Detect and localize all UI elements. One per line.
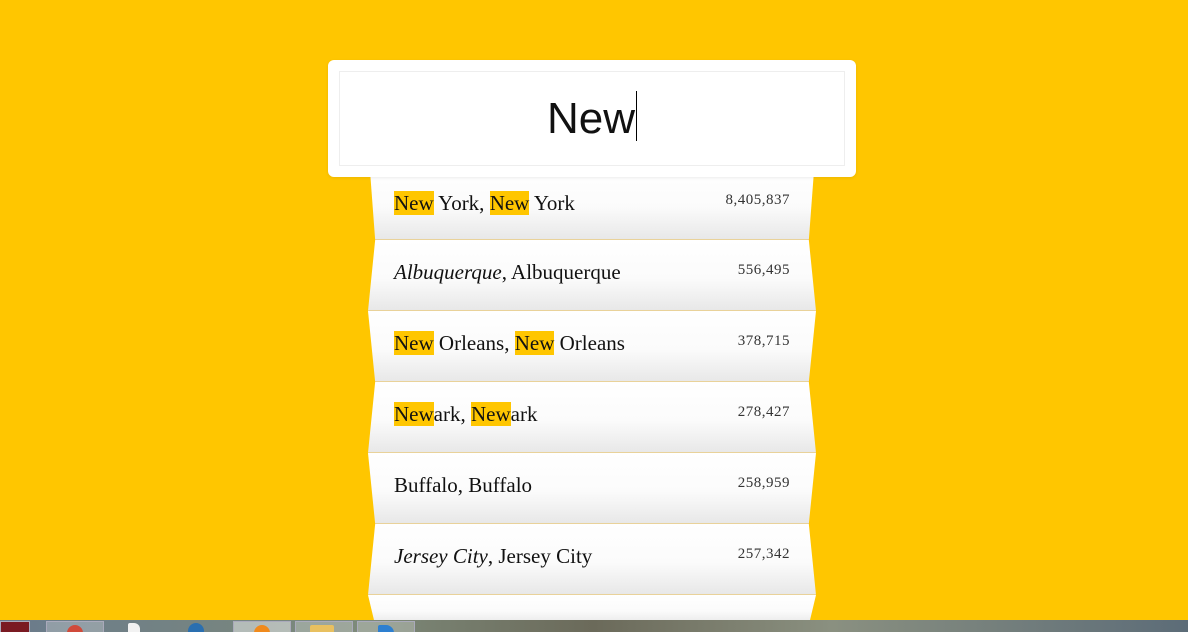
suggestion-population: 378,715 xyxy=(737,333,790,349)
suggestion-city-name: Albuquerque, Albuquerque xyxy=(394,260,621,285)
name-text: Orleans xyxy=(554,331,625,355)
suggestion-city-name: New Orleans, New Orleans xyxy=(394,331,625,356)
document-icon[interactable] xyxy=(128,623,140,632)
name-text: Jersey City xyxy=(394,544,488,568)
suggestion-population: 257,342 xyxy=(737,546,790,562)
taskbar-editor-button[interactable] xyxy=(357,621,415,632)
match-highlight: New xyxy=(514,331,555,355)
name-text: Buffalo, Buffalo xyxy=(394,473,533,497)
match-highlight: New xyxy=(489,191,530,215)
suggestion-city-name: Newark, Newark xyxy=(394,402,537,427)
taskbar-folder-button[interactable] xyxy=(295,621,353,632)
suggestion-item[interactable]: New Orleans, New Orleans 378,715 xyxy=(368,311,816,382)
taskbar-app-button[interactable] xyxy=(0,621,30,632)
chat-icon[interactable] xyxy=(188,623,204,632)
suggestion-city-name: Jersey City, Jersey City xyxy=(394,544,592,569)
match-highlight: New xyxy=(394,402,434,426)
suggestion-item[interactable]: Buffalo, Buffalo 258,959 xyxy=(368,453,816,524)
taskbar-browser-button[interactable] xyxy=(233,621,291,632)
folder-icon xyxy=(310,625,334,632)
suggestion-item[interactable]: Albuquerque, Albuquerque 556,495 xyxy=(368,240,816,311)
name-text: , Albuquerque xyxy=(501,260,621,284)
browser-icon xyxy=(254,625,270,632)
suggestion-item[interactable]: New York, New York 8,405,837 xyxy=(369,168,815,240)
suggestion-list: New York, New York 8,405,837 Albuquerque, … xyxy=(368,168,816,625)
name-text: Albuquerque xyxy=(394,260,502,284)
search-input-value: New xyxy=(546,93,636,143)
suggestion-population: 556,495 xyxy=(737,262,790,278)
name-text: Orleans, xyxy=(433,331,515,355)
match-highlight: New xyxy=(394,331,434,355)
suggestion-city-name: New York, New York xyxy=(394,191,575,216)
name-text: York, xyxy=(433,191,490,215)
page: New New York, New York 8,405,837 Albuquerq… xyxy=(0,0,1188,632)
suggestion-population: 258,959 xyxy=(737,475,790,491)
suggestion-population: 278,427 xyxy=(737,404,790,420)
chrome-icon xyxy=(67,625,83,632)
search-input[interactable]: New xyxy=(339,71,845,166)
name-text: ark, xyxy=(433,402,471,426)
name-text: York xyxy=(529,191,575,215)
suggestion-item[interactable]: Jersey City, Jersey City 257,342 xyxy=(368,524,816,595)
text-caret xyxy=(636,90,638,141)
taskbar xyxy=(0,620,1188,632)
suggestion-city-name: Buffalo, Buffalo xyxy=(394,473,532,498)
search-card: New xyxy=(328,60,856,177)
editor-icon xyxy=(378,625,394,632)
taskbar-chrome-button[interactable] xyxy=(46,621,104,632)
suggestion-item[interactable]: Newark, Newark 278,427 xyxy=(368,382,816,453)
name-text: , Jersey City xyxy=(487,544,593,568)
match-highlight: New xyxy=(470,402,511,426)
name-text: ark xyxy=(510,402,538,426)
match-highlight: New xyxy=(394,191,434,215)
suggestion-population: 8,405,837 xyxy=(725,192,790,208)
